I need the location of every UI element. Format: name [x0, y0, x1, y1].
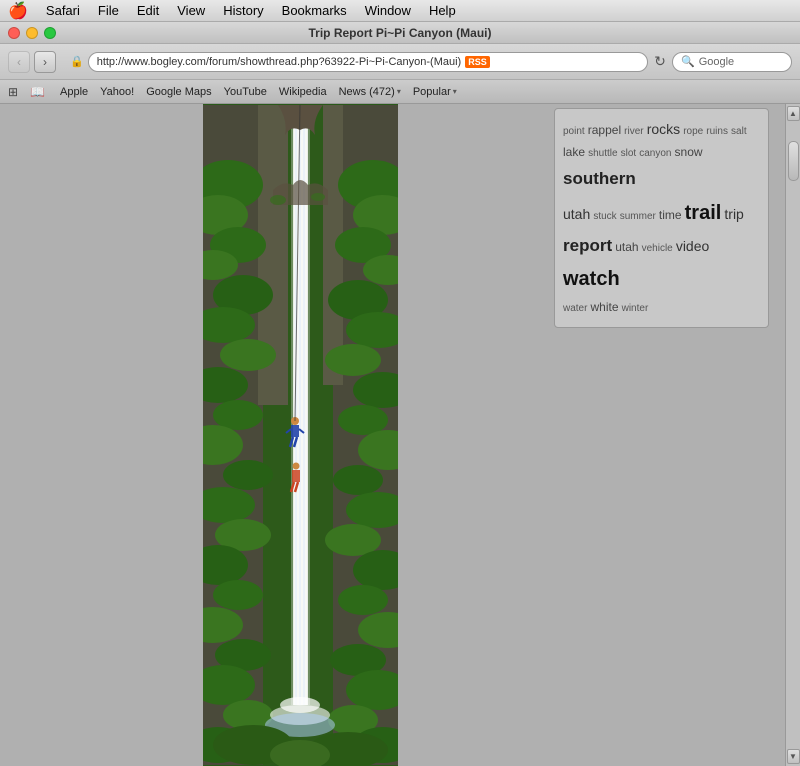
tag-stuck[interactable]: stuck [593, 211, 616, 222]
scroll-thumb[interactable] [788, 141, 799, 181]
tag-ruins[interactable]: ruins [706, 126, 728, 137]
grid-icon[interactable]: ⊞ [8, 85, 22, 99]
menu-edit[interactable]: Edit [129, 1, 167, 20]
bookmark-yahoo[interactable]: Yahoo! [100, 86, 134, 98]
waterfall-image [203, 104, 398, 766]
tag-snow[interactable]: snow [675, 145, 703, 159]
tag-shuttle[interactable]: shuttle [588, 148, 617, 159]
title-bar: Trip Report Pi~Pi Canyon (Maui) [0, 22, 800, 44]
menu-bookmarks[interactable]: Bookmarks [274, 1, 355, 20]
tag-rocks[interactable]: rocks [647, 121, 680, 137]
menu-help[interactable]: Help [421, 1, 464, 20]
tag-water[interactable]: water [563, 303, 587, 314]
tag-river[interactable]: river [624, 126, 643, 137]
menu-bar: 🍎 Safari File Edit View History Bookmark… [0, 0, 800, 22]
traffic-lights [8, 27, 56, 39]
tag-point[interactable]: point [563, 126, 585, 137]
tag-white[interactable]: white [591, 300, 619, 314]
menu-file[interactable]: File [90, 1, 127, 20]
back-button[interactable]: ‹ [8, 51, 30, 73]
bookmark-icons: ⊞ 📖 [8, 85, 44, 99]
bookmark-youtube[interactable]: YouTube [224, 86, 267, 98]
tag-trail[interactable]: trail [685, 202, 722, 224]
lock-icon: 🔒 [70, 55, 84, 68]
close-button[interactable] [8, 27, 20, 39]
tag-summer[interactable]: summer [620, 211, 656, 222]
tag-slot[interactable]: slot [621, 148, 637, 159]
menu-window[interactable]: Window [357, 1, 419, 20]
tag-canyon[interactable]: canyon [639, 148, 671, 159]
apple-menu[interactable]: 🍎 [8, 1, 28, 21]
reader-icon[interactable]: 📖 [30, 85, 44, 99]
tag-trip[interactable]: trip [724, 206, 743, 222]
tag-time[interactable]: time [659, 208, 682, 222]
tag-lake[interactable]: lake [563, 145, 585, 159]
bookmarks-bar: ⊞ 📖 Apple Yahoo! Google Maps YouTube Wik… [0, 80, 800, 104]
menu-safari[interactable]: Safari [38, 1, 88, 20]
tag-salt[interactable]: salt [731, 126, 747, 137]
address-bar[interactable]: http://www.bogley.com/forum/showthread.p… [88, 52, 648, 72]
tag-utah2[interactable]: utah [615, 240, 638, 254]
address-text: http://www.bogley.com/forum/showthread.p… [97, 56, 462, 68]
tag-vehicle[interactable]: vehicle [642, 243, 673, 254]
address-section: 🔒 http://www.bogley.com/forum/showthread… [70, 52, 668, 72]
center-panel [50, 104, 550, 766]
minimize-button[interactable] [26, 27, 38, 39]
tag-utah[interactable]: utah [563, 206, 590, 222]
tag-report[interactable]: report [563, 236, 612, 255]
left-sidebar [0, 104, 50, 766]
tag-video[interactable]: video [676, 238, 709, 254]
search-icon: 🔍 [681, 55, 695, 68]
tag-cloud: point rappel river rocks rope ruins salt… [554, 108, 769, 328]
scrollbar[interactable]: ▲ ▼ [785, 104, 800, 766]
right-panel: point rappel river rocks rope ruins salt… [550, 104, 800, 766]
tag-winter[interactable]: winter [622, 303, 649, 314]
search-bar[interactable]: 🔍 Google [672, 52, 792, 72]
tag-rappel[interactable]: rappel [588, 123, 621, 137]
tag-rope[interactable]: rope [683, 126, 703, 137]
bookmark-googlemaps[interactable]: Google Maps [146, 86, 211, 98]
bookmark-apple[interactable]: Apple [60, 86, 88, 98]
toolbar: ‹ › 🔒 http://www.bogley.com/forum/showth… [0, 44, 800, 80]
tag-southern[interactable]: southern [563, 169, 636, 188]
rss-badge[interactable]: RSS [465, 56, 490, 68]
refresh-button[interactable]: ↻ [652, 54, 668, 70]
bookmark-wikipedia[interactable]: Wikipedia [279, 86, 327, 98]
scroll-down-button[interactable]: ▼ [787, 749, 800, 764]
menu-view[interactable]: View [169, 1, 213, 20]
waterfall-svg [203, 104, 398, 766]
bookmark-popular[interactable]: Popular ▾ [413, 86, 457, 98]
search-placeholder: Google [699, 56, 734, 68]
dropdown-arrow: ▾ [397, 87, 401, 96]
bookmark-news[interactable]: News (472) ▾ [339, 86, 401, 98]
scroll-up-button[interactable]: ▲ [787, 106, 800, 121]
tag-watch[interactable]: watch [563, 268, 620, 290]
content-area: point rappel river rocks rope ruins salt… [0, 104, 800, 766]
forward-button[interactable]: › [34, 51, 56, 73]
dropdown-arrow-2: ▾ [453, 87, 457, 96]
maximize-button[interactable] [44, 27, 56, 39]
window-title: Trip Report Pi~Pi Canyon (Maui) [308, 26, 491, 40]
menu-history[interactable]: History [215, 1, 271, 20]
